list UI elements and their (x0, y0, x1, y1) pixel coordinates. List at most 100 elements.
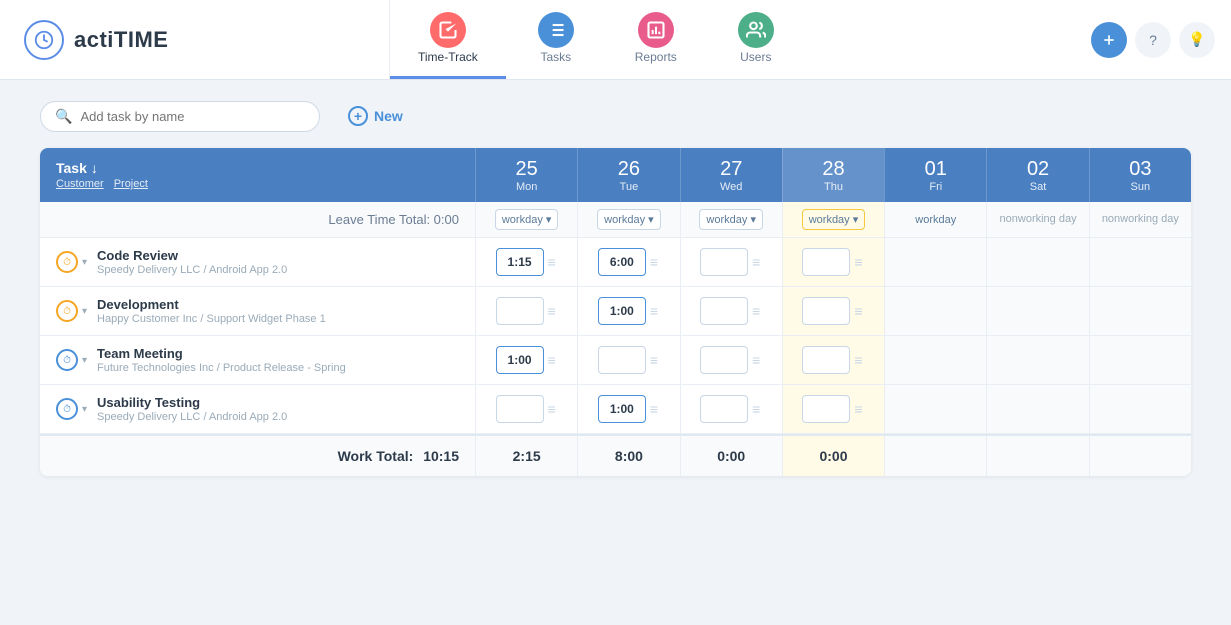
search-box[interactable]: 🔍 (40, 101, 320, 132)
task-label: Task ↓ (56, 160, 459, 176)
cell-menu-dev-thu[interactable]: ≡ (852, 303, 864, 319)
time-cell-dev-mon[interactable]: ≡ (475, 287, 577, 335)
workday-text-fri: workday (915, 214, 956, 226)
cell-menu-cr-thu[interactable]: ≡ (852, 254, 864, 270)
task-path-usability-testing: Speedy Delivery LLC / Android App 2.0 (97, 411, 287, 423)
time-cell-cr-mon[interactable]: ≡ (475, 238, 577, 286)
new-button-icon: + (348, 106, 368, 126)
tab-tasks[interactable]: Tasks (506, 0, 606, 79)
workday-dropdown-thu[interactable]: workday ▾ (802, 209, 866, 230)
time-input-cr-wed[interactable] (700, 248, 748, 276)
leave-cell-mon[interactable]: workday ▾ (475, 202, 577, 237)
time-cell-dev-thu[interactable]: ≡ (782, 287, 884, 335)
new-button[interactable]: + New (336, 100, 415, 132)
time-input-cr-mon[interactable] (496, 248, 544, 276)
timer-chevron-team-meeting[interactable]: ▾ (82, 355, 87, 366)
tab-time-track[interactable]: Time-Track (390, 0, 506, 79)
header: actiTIME Time-Track Tasks Reports Users (0, 0, 1231, 80)
cell-menu-dev-tue[interactable]: ≡ (648, 303, 660, 319)
task-timer-usability-testing: ⏱ ▾ (56, 398, 87, 420)
time-cell-cr-tue[interactable]: ≡ (577, 238, 679, 286)
time-cell-cr-wed[interactable]: ≡ (680, 238, 782, 286)
workday-dropdown-tue[interactable]: workday ▾ (597, 209, 661, 230)
cell-menu-tm-thu[interactable]: ≡ (852, 352, 864, 368)
cell-menu-tm-tue[interactable]: ≡ (648, 352, 660, 368)
tab-reports[interactable]: Reports (606, 0, 706, 79)
time-input-ut-thu[interactable] (802, 395, 850, 423)
time-cell-dev-wed[interactable]: ≡ (680, 287, 782, 335)
timer-chevron-code-review[interactable]: ▾ (82, 257, 87, 268)
cell-menu-dev-mon[interactable]: ≡ (546, 303, 558, 319)
task-info-usability-testing: ⏱ ▾ Usability Testing Speedy Delivery LL… (40, 385, 475, 433)
leave-cell-fri: workday (884, 202, 986, 237)
leave-time-label: Leave Time Total: 0:00 (40, 202, 475, 237)
time-cell-tm-sun (1089, 336, 1191, 384)
task-sub-links: Customer Project (56, 178, 459, 190)
task-info-development: ⏱ ▾ Development Happy Customer Inc / Sup… (40, 287, 475, 335)
time-cell-dev-sat (986, 287, 1088, 335)
timer-chevron-development[interactable]: ▾ (82, 306, 87, 317)
time-input-tm-mon[interactable] (496, 346, 544, 374)
time-cell-ut-thu[interactable]: ≡ (782, 385, 884, 433)
time-cell-cr-thu[interactable]: ≡ (782, 238, 884, 286)
time-cell-tm-thu[interactable]: ≡ (782, 336, 884, 384)
workday-dropdown-mon[interactable]: workday ▾ (495, 209, 559, 230)
leave-cell-thu-today[interactable]: workday ▾ (782, 202, 884, 237)
time-cell-dev-tue[interactable]: ≡ (577, 287, 679, 335)
help-button[interactable]: ? (1135, 22, 1171, 58)
time-cell-ut-wed[interactable]: ≡ (680, 385, 782, 433)
time-input-ut-tue[interactable] (598, 395, 646, 423)
tab-reports-label: Reports (635, 50, 677, 64)
task-row-development: ⏱ ▾ Development Happy Customer Inc / Sup… (40, 287, 1191, 336)
time-input-tm-tue[interactable] (598, 346, 646, 374)
workday-dropdown-wed[interactable]: workday ▾ (699, 209, 763, 230)
workday-text-sat: nonworking day (1000, 212, 1077, 226)
leave-cell-tue[interactable]: workday ▾ (577, 202, 679, 237)
time-cell-tm-tue[interactable]: ≡ (577, 336, 679, 384)
cell-menu-ut-mon[interactable]: ≡ (546, 401, 558, 417)
toolbar: 🔍 + New (40, 100, 1191, 132)
time-input-cr-thu[interactable] (802, 248, 850, 276)
time-cell-ut-tue[interactable]: ≡ (577, 385, 679, 433)
time-input-dev-tue[interactable] (598, 297, 646, 325)
table-header: Task ↓ Customer Project 25 Mon 26 Tue 27… (40, 148, 1191, 202)
project-link[interactable]: Project (114, 178, 148, 190)
task-name-development: Development (97, 297, 326, 312)
timer-chevron-usability-testing[interactable]: ▾ (82, 404, 87, 415)
add-button[interactable] (1091, 22, 1127, 58)
total-cell-fri (884, 436, 986, 476)
cell-menu-cr-tue[interactable]: ≡ (648, 254, 660, 270)
search-input[interactable] (80, 109, 305, 124)
lightbulb-button[interactable]: 💡 (1179, 22, 1215, 58)
time-cell-ut-mon[interactable]: ≡ (475, 385, 577, 433)
task-name-usability-testing: Usability Testing (97, 395, 287, 410)
timer-icon-team-meeting: ⏱ (56, 349, 78, 371)
time-cell-tm-mon[interactable]: ≡ (475, 336, 577, 384)
time-input-tm-thu[interactable] (802, 346, 850, 374)
leave-cell-wed[interactable]: workday ▾ (680, 202, 782, 237)
cell-menu-ut-wed[interactable]: ≡ (750, 401, 762, 417)
tab-users-label: Users (740, 50, 771, 64)
time-input-ut-mon[interactable] (496, 395, 544, 423)
task-info-team-meeting: ⏱ ▾ Team Meeting Future Technologies Inc… (40, 336, 475, 384)
time-input-tm-wed[interactable] (700, 346, 748, 374)
time-cell-tm-sat (986, 336, 1088, 384)
cell-menu-tm-mon[interactable]: ≡ (546, 352, 558, 368)
cell-menu-tm-wed[interactable]: ≡ (750, 352, 762, 368)
customer-link[interactable]: Customer (56, 178, 104, 190)
cell-menu-ut-tue[interactable]: ≡ (648, 401, 660, 417)
cell-menu-dev-wed[interactable]: ≡ (750, 303, 762, 319)
time-input-dev-mon[interactable] (496, 297, 544, 325)
time-input-dev-thu[interactable] (802, 297, 850, 325)
time-input-cr-tue[interactable] (598, 248, 646, 276)
time-cell-tm-wed[interactable]: ≡ (680, 336, 782, 384)
tab-users[interactable]: Users (706, 0, 806, 79)
task-details-team-meeting: Team Meeting Future Technologies Inc / P… (97, 346, 346, 374)
cell-menu-cr-wed[interactable]: ≡ (750, 254, 762, 270)
leave-cell-sun: nonworking day (1089, 202, 1191, 237)
task-name-team-meeting: Team Meeting (97, 346, 346, 361)
cell-menu-cr-mon[interactable]: ≡ (546, 254, 558, 270)
cell-menu-ut-thu[interactable]: ≡ (852, 401, 864, 417)
time-input-dev-wed[interactable] (700, 297, 748, 325)
time-input-ut-wed[interactable] (700, 395, 748, 423)
